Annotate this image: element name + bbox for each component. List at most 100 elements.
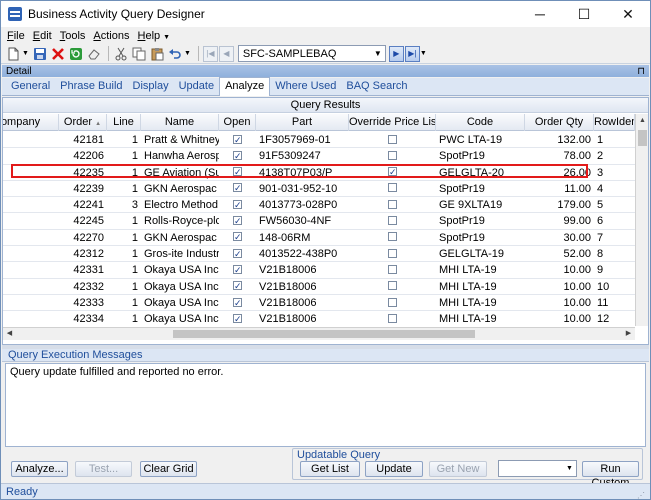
horizontal-scroll-thumb[interactable] <box>173 330 475 338</box>
cell-rowident[interactable]: 3 <box>594 165 635 180</box>
tab-where-used[interactable]: Where Used <box>270 78 341 95</box>
menu-file[interactable]: File <box>7 30 25 42</box>
scroll-right-icon[interactable]: ▶ <box>622 328 635 340</box>
tab-update[interactable]: Update <box>174 78 219 95</box>
refresh-icon[interactable] <box>68 45 85 62</box>
cell-line[interactable]: 1 <box>107 311 141 326</box>
cell-part[interactable]: 4138T07P03/P <box>256 165 349 180</box>
cell-line[interactable]: 1 <box>107 132 141 147</box>
cell-open[interactable]: ✓ <box>219 295 256 310</box>
cell-name[interactable]: Okaya USA Inc. <box>141 311 219 326</box>
chevron-down-icon[interactable]: ▼ <box>371 49 385 58</box>
cell-order-qty[interactable]: 10.00 <box>525 262 594 277</box>
checkbox[interactable] <box>388 264 397 274</box>
chevron-down-icon[interactable]: ▼ <box>563 461 576 476</box>
cell-part[interactable]: V21B18006 <box>256 311 349 326</box>
cell-rowident[interactable]: 10 <box>594 279 635 294</box>
table-row[interactable]: 42332 1 Okaya USA Inc. ✓ V21B18006 MHI LTA-19… <box>3 279 635 295</box>
cell-company[interactable] <box>3 279 59 294</box>
menu-tools[interactable]: Tools <box>60 30 86 42</box>
cell-order-qty[interactable]: 132.00 <box>525 132 594 147</box>
cell-order-qty[interactable]: 10.00 <box>525 279 594 294</box>
last-record-button[interactable]: ▶| <box>404 45 420 62</box>
scroll-left-icon[interactable]: ◀ <box>3 328 16 340</box>
cell-order-qty[interactable]: 26.00 <box>525 165 594 180</box>
next-record-button[interactable]: ▶ <box>388 45 404 62</box>
cell-name[interactable]: Okaya USA Inc. <box>141 262 219 277</box>
column-header-rowident[interactable]: RowIdent <box>594 114 635 131</box>
column-header-name[interactable]: Name <box>141 114 219 131</box>
cell-override-price-list[interactable] <box>349 132 436 147</box>
cell-line[interactable]: 1 <box>107 230 141 245</box>
table-row[interactable]: 42241 3 Electro Method ✓ 4013773-028P0 GE 9XL… <box>3 197 635 214</box>
copy-icon[interactable] <box>131 45 148 62</box>
new-document-icon[interactable] <box>5 45 22 62</box>
checkbox[interactable] <box>388 232 397 242</box>
table-row[interactable]: 42331 1 Okaya USA Inc. ✓ V21B18006 MHI LTA-19… <box>3 262 635 279</box>
test-button[interactable]: Test... <box>75 461 132 477</box>
checkbox[interactable] <box>388 281 397 291</box>
delete-icon[interactable] <box>50 45 67 62</box>
cell-order[interactable]: 42332 <box>59 279 107 294</box>
cell-rowident[interactable]: 9 <box>594 262 635 277</box>
checkbox[interactable]: ✓ <box>233 183 242 193</box>
cell-company[interactable] <box>3 181 59 196</box>
menu-edit[interactable]: Edit <box>33 30 52 42</box>
cell-code[interactable]: MHI LTA-19 <box>436 295 525 310</box>
cell-name[interactable]: Hanwha Aerosp <box>141 148 219 163</box>
cell-order[interactable]: 42334 <box>59 311 107 326</box>
tab-general[interactable]: General <box>6 78 55 95</box>
cell-company[interactable] <box>3 230 59 245</box>
checkbox[interactable]: ✓ <box>233 232 242 242</box>
cell-rowident[interactable]: 8 <box>594 246 635 261</box>
cell-order-qty[interactable]: 78.00 <box>525 148 594 163</box>
table-row[interactable]: 42312 1 Gros-ite Industri ✓ 4013522-438P0 GEL… <box>3 246 635 263</box>
cell-code[interactable]: MHI LTA-19 <box>436 279 525 294</box>
column-header-order[interactable]: Order ▲ <box>59 114 107 131</box>
checkbox[interactable] <box>388 248 397 258</box>
cell-order-qty[interactable]: 30.00 <box>525 230 594 245</box>
cell-line[interactable]: 1 <box>107 262 141 277</box>
cell-override-price-list[interactable] <box>349 181 436 196</box>
cell-company[interactable] <box>3 246 59 261</box>
column-header-company[interactable]: Company <box>3 114 59 131</box>
cell-override-price-list[interactable] <box>349 197 436 212</box>
cell-company[interactable] <box>3 132 59 147</box>
record-navigator[interactable]: SFC-SAMPLEBAQ ▼ <box>237 45 386 62</box>
table-row[interactable]: 42206 1 Hanwha Aerosp ✓ 91F5309247 SpotPr19 78… <box>3 148 635 165</box>
column-header-order-qty[interactable]: Order Qty <box>525 114 594 131</box>
eraser-icon[interactable] <box>86 45 103 62</box>
table-row[interactable]: 42235 1 GE Aviation (Su ✓ 4138T07P03/P ✓ GELGL… <box>3 165 635 181</box>
cell-order[interactable]: 42270 <box>59 230 107 245</box>
analyze-button[interactable]: Analyze... <box>11 461 68 477</box>
checkbox[interactable]: ✓ <box>233 150 242 160</box>
cell-override-price-list[interactable] <box>349 279 436 294</box>
tab-analyze[interactable]: Analyze <box>219 77 271 96</box>
checkbox[interactable] <box>388 134 397 144</box>
cell-rowident[interactable]: 1 <box>594 132 635 147</box>
cell-open[interactable]: ✓ <box>219 246 256 261</box>
checkbox[interactable]: ✓ <box>233 134 242 144</box>
cell-order[interactable]: 42235 <box>59 165 107 180</box>
cell-name[interactable]: Rolls-Royce-plc <box>141 213 219 228</box>
vertical-scroll-thumb[interactable] <box>638 130 647 146</box>
cell-part[interactable]: V21B18006 <box>256 279 349 294</box>
cell-rowident[interactable]: 5 <box>594 197 635 212</box>
cell-part[interactable]: 4013522-438P0 <box>256 246 349 261</box>
table-row[interactable]: 42333 1 Okaya USA Inc. ✓ V21B18006 MHI LTA-19… <box>3 295 635 312</box>
cell-line[interactable]: 1 <box>107 295 141 310</box>
cell-code[interactable]: GELGLTA-19 <box>436 246 525 261</box>
cell-override-price-list[interactable] <box>349 311 436 326</box>
first-record-button[interactable]: |◀ <box>202 45 218 62</box>
cell-name[interactable]: GE Aviation (Su <box>141 165 219 180</box>
column-header-override-price-list[interactable]: Override Price List <box>349 114 436 131</box>
cell-open[interactable]: ✓ <box>219 311 256 326</box>
resize-grip-icon[interactable]: ⋰ <box>637 488 647 499</box>
cell-order[interactable]: 42241 <box>59 197 107 212</box>
cell-name[interactable]: Okaya USA Inc. <box>141 279 219 294</box>
checkbox[interactable] <box>388 183 397 193</box>
cell-order-qty[interactable]: 52.00 <box>525 246 594 261</box>
cell-order[interactable]: 42239 <box>59 181 107 196</box>
checkbox[interactable] <box>388 297 397 307</box>
table-row[interactable]: 42181 1 Pratt & Whitney ✓ 1F3057969-01 PWC LT… <box>3 132 635 149</box>
